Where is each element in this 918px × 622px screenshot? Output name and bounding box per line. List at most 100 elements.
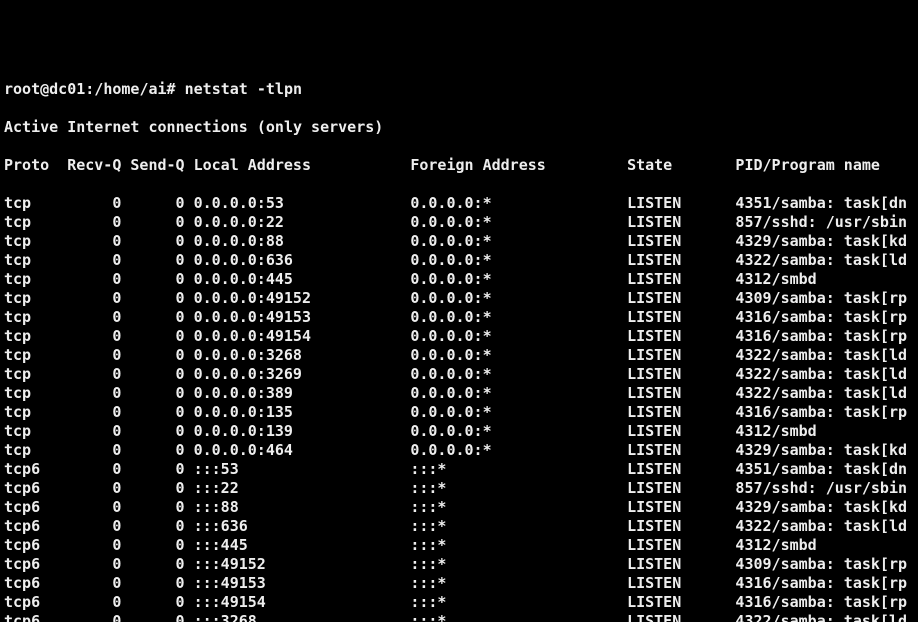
hdr-state: State <box>627 156 735 175</box>
cell-local: 0.0.0.0:636 <box>194 251 411 270</box>
cell-foreign: :::* <box>410 593 627 612</box>
table-row: tcp00 0.0.0.0:880.0.0.0:*LISTEN4329/samb… <box>4 232 918 251</box>
cell-foreign: 0.0.0.0:* <box>410 384 627 403</box>
table-row: tcp600 :::636:::*LISTEN4322/samba: task[… <box>4 517 918 536</box>
table-row: tcp00 0.0.0.0:32680.0.0.0:*LISTEN4322/sa… <box>4 346 918 365</box>
cell-sendq: 0 <box>121 232 184 251</box>
cell-foreign: 0.0.0.0:* <box>410 327 627 346</box>
cell-proto: tcp <box>4 251 58 270</box>
cell-local: :::88 <box>194 498 411 517</box>
cell-foreign: 0.0.0.0:* <box>410 422 627 441</box>
cell-sendq: 0 <box>121 574 184 593</box>
cell-proto: tcp <box>4 194 58 213</box>
hdr-sendq: Send-Q <box>121 156 184 175</box>
cell-sendq: 0 <box>121 194 184 213</box>
cell-foreign: 0.0.0.0:* <box>410 365 627 384</box>
cell-local: 0.0.0.0:49152 <box>194 289 411 308</box>
table-row: tcp00 0.0.0.0:491540.0.0.0:*LISTEN4316/s… <box>4 327 918 346</box>
cell-proto: tcp <box>4 327 58 346</box>
hdr-pid: PID/Program name <box>735 156 880 175</box>
table-row: tcp00 0.0.0.0:491520.0.0.0:*LISTEN4309/s… <box>4 289 918 308</box>
cell-recvq: 0 <box>58 384 121 403</box>
cell-pid: 4329/samba: task[kd <box>735 498 907 517</box>
cell-foreign: :::* <box>410 460 627 479</box>
cell-state: LISTEN <box>627 365 735 384</box>
cell-recvq: 0 <box>58 555 121 574</box>
cell-proto: tcp6 <box>4 536 58 555</box>
cell-recvq: 0 <box>58 441 121 460</box>
cell-proto: tcp <box>4 213 58 232</box>
cell-proto: tcp <box>4 270 58 289</box>
cell-recvq: 0 <box>58 194 121 213</box>
cell-pid: 4309/samba: task[rp <box>735 555 907 574</box>
command-line: root@dc01:/home/ai# netstat -tlpn <box>4 80 918 99</box>
cell-pid: 4322/samba: task[ld <box>735 251 907 270</box>
cell-recvq: 0 <box>58 308 121 327</box>
cell-state: LISTEN <box>627 194 735 213</box>
cell-foreign: 0.0.0.0:* <box>410 403 627 422</box>
table-row: tcp600 :::88:::*LISTEN4329/samba: task[k… <box>4 498 918 517</box>
cell-pid: 4329/samba: task[kd <box>735 232 907 251</box>
cell-state: LISTEN <box>627 479 735 498</box>
hdr-local: Local Address <box>194 156 411 175</box>
cell-proto: tcp <box>4 289 58 308</box>
cell-sendq: 0 <box>121 555 184 574</box>
cell-local: :::636 <box>194 517 411 536</box>
cell-state: LISTEN <box>627 384 735 403</box>
cell-recvq: 0 <box>58 232 121 251</box>
cell-state: LISTEN <box>627 289 735 308</box>
hdr-proto: Proto <box>4 156 58 175</box>
cell-local: 0.0.0.0:464 <box>194 441 411 460</box>
table-row: tcp00 0.0.0.0:32690.0.0.0:*LISTEN4322/sa… <box>4 365 918 384</box>
cell-proto: tcp <box>4 384 58 403</box>
cell-recvq: 0 <box>58 517 121 536</box>
header-row: ProtoRecv-QSend-Q Local AddressForeign A… <box>4 156 918 175</box>
cell-sendq: 0 <box>121 346 184 365</box>
cell-foreign: :::* <box>410 498 627 517</box>
cell-foreign: 0.0.0.0:* <box>410 194 627 213</box>
cell-local: 0.0.0.0:445 <box>194 270 411 289</box>
cell-foreign: :::* <box>410 517 627 536</box>
cell-state: LISTEN <box>627 517 735 536</box>
cell-state: LISTEN <box>627 213 735 232</box>
cell-local: 0.0.0.0:135 <box>194 403 411 422</box>
cell-state: LISTEN <box>627 346 735 365</box>
cell-sendq: 0 <box>121 403 184 422</box>
cell-local: 0.0.0.0:88 <box>194 232 411 251</box>
cell-foreign: :::* <box>410 536 627 555</box>
cell-pid: 4312/smbd <box>735 422 816 441</box>
cell-state: LISTEN <box>627 498 735 517</box>
cell-pid: 4316/samba: task[rp <box>735 574 907 593</box>
cell-pid: 857/sshd: /usr/sbin <box>735 479 907 498</box>
cell-foreign: 0.0.0.0:* <box>410 232 627 251</box>
cell-recvq: 0 <box>58 479 121 498</box>
cell-recvq: 0 <box>58 251 121 270</box>
cell-local: 0.0.0.0:3268 <box>194 346 411 365</box>
cell-proto: tcp <box>4 346 58 365</box>
table-row: tcp00 0.0.0.0:3890.0.0.0:*LISTEN4322/sam… <box>4 384 918 403</box>
cell-foreign: 0.0.0.0:* <box>410 308 627 327</box>
cell-state: LISTEN <box>627 460 735 479</box>
cell-foreign: 0.0.0.0:* <box>410 441 627 460</box>
cell-pid: 4322/samba: task[ld <box>735 346 907 365</box>
cell-recvq: 0 <box>58 536 121 555</box>
cell-foreign: :::* <box>410 479 627 498</box>
cell-proto: tcp <box>4 232 58 251</box>
table-row: tcp600 :::53:::*LISTEN4351/samba: task[d… <box>4 460 918 479</box>
cell-recvq: 0 <box>58 460 121 479</box>
cell-foreign: 0.0.0.0:* <box>410 251 627 270</box>
cell-proto: tcp6 <box>4 593 58 612</box>
cell-recvq: 0 <box>58 574 121 593</box>
cell-recvq: 0 <box>58 498 121 517</box>
cell-local: 0.0.0.0:53 <box>194 194 411 213</box>
cell-state: LISTEN <box>627 251 735 270</box>
cell-pid: 4316/samba: task[rp <box>735 593 907 612</box>
cell-state: LISTEN <box>627 327 735 346</box>
cell-proto: tcp6 <box>4 460 58 479</box>
cell-state: LISTEN <box>627 232 735 251</box>
cell-proto: tcp <box>4 308 58 327</box>
cell-pid: 4312/smbd <box>735 536 816 555</box>
cell-local: :::49153 <box>194 574 411 593</box>
cell-recvq: 0 <box>58 403 121 422</box>
cell-pid: 4316/samba: task[rp <box>735 327 907 346</box>
